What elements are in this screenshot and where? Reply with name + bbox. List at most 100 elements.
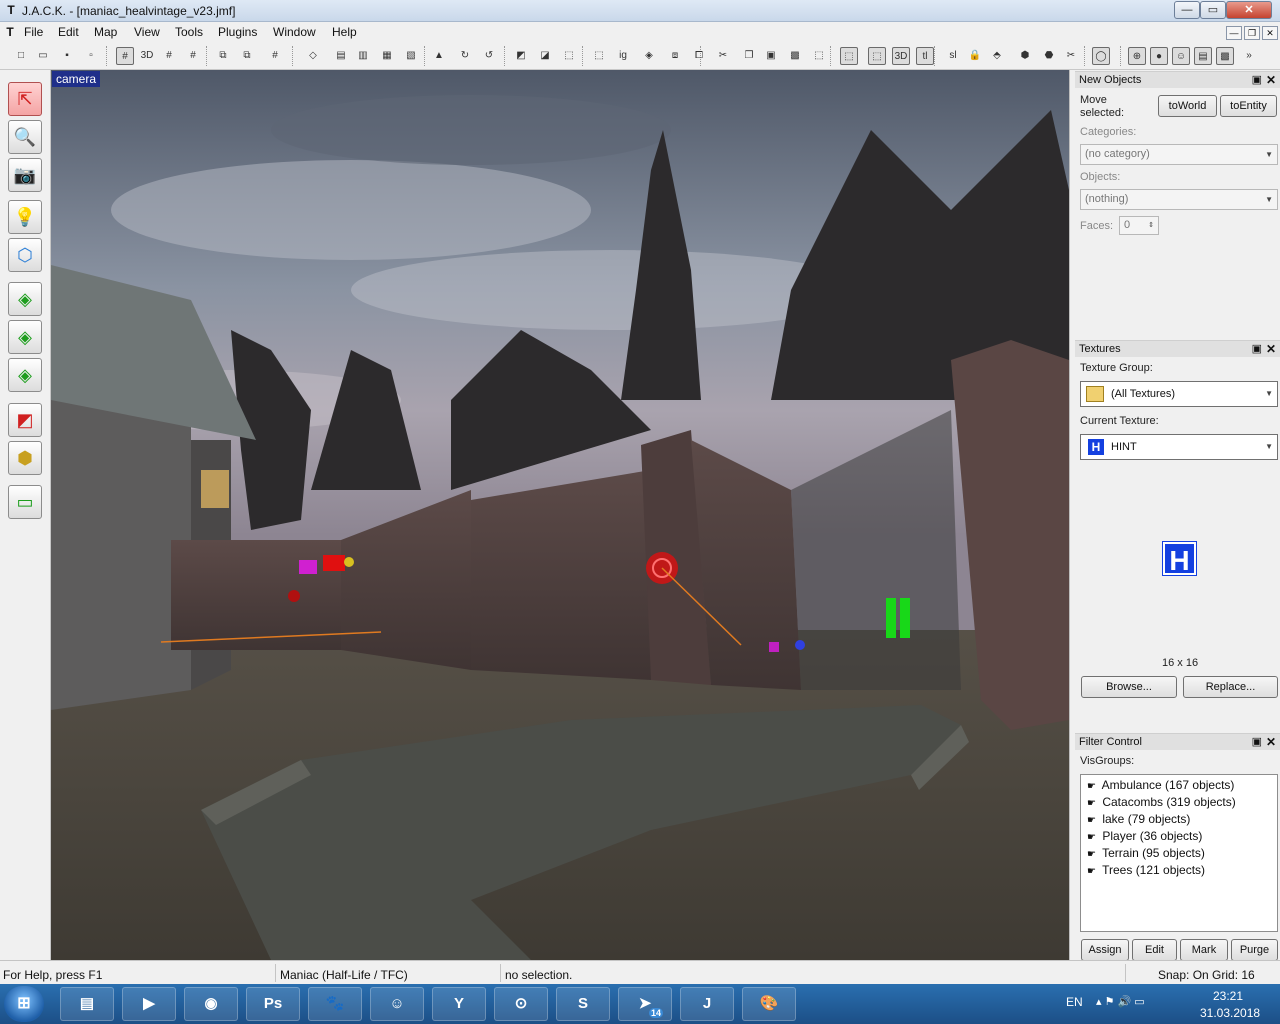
yandex-browser-icon[interactable]: Y [432,987,486,1021]
toggle-grid-icon[interactable]: # [266,47,284,65]
menu-view[interactable]: View [134,25,160,39]
load-window-state-icon[interactable]: ⧉ [214,47,232,65]
decal-tool-icon[interactable]: ◈ [8,358,42,392]
replace-button[interactable]: Replace... [1183,676,1278,698]
block-tool-icon[interactable]: ⬡ [8,238,42,272]
paint-icon[interactable]: 🎨 [742,987,796,1021]
align-4-icon[interactable]: ▧ [402,47,420,65]
chrome-icon[interactable]: ◉ [184,987,238,1021]
new-icon[interactable]: □ [12,47,30,65]
spinner-arrows-icon[interactable]: ⇕ [1148,217,1154,234]
menu-window[interactable]: Window [273,25,316,39]
clone-icon[interactable]: ❐ [740,47,758,65]
view-mode-2-icon[interactable]: ⊕ [1128,47,1146,65]
lock-icon[interactable]: 🔒 [966,47,984,65]
grid-2d-icon[interactable]: # [116,47,134,65]
view-mode-1-icon[interactable]: ◯ [1092,47,1110,65]
objects-select[interactable]: (nothing) ▼ [1080,189,1278,210]
close-icon[interactable]: ✕ [1266,734,1276,750]
align-3-icon[interactable]: ▦ [378,47,396,65]
menu-file[interactable]: File [24,25,43,39]
ig-icon[interactable]: ig [614,47,632,65]
visgroup-item[interactable]: ☛ Terrain (95 objects) [1087,846,1205,860]
start-button[interactable]: ⊞ [4,986,44,1022]
minimize-button[interactable]: — [1174,1,1200,19]
clock-time[interactable]: 23:21 [1213,989,1243,1003]
texture-group-select[interactable]: (All Textures) ▼ [1080,381,1278,407]
group-icon[interactable]: ⬚ [560,47,578,65]
to-world-button[interactable]: toWorld [1158,95,1217,117]
eye-checkbox-icon[interactable]: ☛ [1087,866,1099,877]
grid-larger-icon[interactable]: # [184,47,202,65]
carve-icon[interactable]: ◩ [512,47,530,65]
move-icon[interactable]: ⧈ [666,47,684,65]
pin-icon[interactable]: ▣ [1252,341,1262,357]
entity-tool-icon[interactable]: 💡 [8,200,42,234]
jack-editor-icon[interactable]: J [680,987,734,1021]
document-icon[interactable]: T [3,25,17,39]
view-mode-6-icon[interactable]: ▩ [1216,47,1234,65]
mdi-close-button[interactable]: ✕ [1262,26,1278,40]
maximize-button[interactable]: ▭ [1200,1,1226,19]
tools-icon[interactable]: ✂ [1062,47,1080,65]
gimp-icon[interactable]: 🐾 [308,987,362,1021]
magnify-tool-icon[interactable]: 🔍 [8,120,42,154]
vertex-tool-icon[interactable]: ⬢ [8,441,42,475]
selection-box-icon[interactable]: ⬚ [810,47,828,65]
explorer-icon[interactable]: ▤ [60,987,114,1021]
run-icon[interactable]: ⬢ [1016,47,1034,65]
align-icon[interactable]: ▤ [332,47,350,65]
visgroup-item[interactable]: ☛ Player (36 objects) [1087,829,1202,843]
texture-lock-icon[interactable]: ▩ [786,47,804,65]
browse-button[interactable]: Browse... [1081,676,1177,698]
clip-tool-icon[interactable]: ◩ [8,403,42,437]
visgroup-item[interactable]: ☛ Ambulance (167 objects) [1087,778,1234,792]
selection-tool-icon[interactable]: ⇱ [8,82,42,116]
visgroup-item[interactable]: ☛ lake (79 objects) [1087,812,1190,826]
visgroups-list[interactable]: ☛ Ambulance (167 objects) ☛ Catacombs (3… [1080,774,1278,932]
media-player-icon[interactable]: ▶ [122,987,176,1021]
current-texture-select[interactable]: H HINT ▼ [1080,434,1278,460]
more-icon[interactable]: » [1240,47,1258,65]
flip-icon[interactable]: ▲ [430,47,448,65]
texture-app-icon[interactable]: ◈ [8,282,42,316]
compile-icon[interactable]: ⬣ [1040,47,1058,65]
system-tray-icons[interactable]: ▴ ⚑ 🔊 ▭ [1096,995,1145,1008]
open-icon[interactable]: ▭ [34,47,52,65]
save-as-icon[interactable]: ▫ [82,47,100,65]
view-mode-5-icon[interactable]: ▤ [1194,47,1212,65]
menu-map[interactable]: Map [94,25,117,39]
menu-help[interactable]: Help [332,25,357,39]
visgroup-item[interactable]: ☛ Trees (121 objects) [1087,863,1205,877]
close-icon[interactable]: ✕ [1266,341,1276,357]
language-indicator[interactable]: EN [1066,995,1083,1009]
apply-texture-icon[interactable]: ◈ [8,320,42,354]
menu-tools[interactable]: Tools [175,25,203,39]
view-mode-4-icon[interactable]: ☺ [1172,47,1190,65]
grid-smaller-icon[interactable]: # [160,47,178,65]
faces-spinner[interactable]: 0 ⇕ [1119,216,1159,235]
view-mode-3-icon[interactable]: ● [1150,47,1168,65]
tl-icon[interactable]: tl [916,47,934,65]
steam-icon[interactable]: ⊙ [494,987,548,1021]
menu-edit[interactable]: Edit [58,25,79,39]
save-icon[interactable]: ▪ [58,47,76,65]
telegram-icon[interactable]: ➤ 14 [618,987,672,1021]
mdi-restore-button[interactable]: ❐ [1244,26,1260,40]
sl-icon[interactable]: sl [944,47,962,65]
paste-icon[interactable]: ▣ [762,47,780,65]
copy-icon[interactable]: ⧠ [690,47,708,65]
assign-button[interactable]: Assign [1081,939,1129,961]
pin-icon[interactable]: ▣ [1252,72,1262,88]
align-2-icon[interactable]: ▥ [354,47,372,65]
purge-button[interactable]: Purge [1231,939,1278,961]
categories-select[interactable]: (no category) ▼ [1080,144,1278,165]
menu-plugins[interactable]: Plugins [218,25,257,39]
close-button[interactable]: ✕ [1226,1,1272,19]
to-entity-button[interactable]: toEntity [1220,95,1277,117]
visgroup-item[interactable]: ☛ Catacombs (319 objects) [1087,795,1236,809]
view-wire-icon[interactable]: ⬚ [868,47,886,65]
close-icon[interactable]: ✕ [1266,72,1276,88]
rotate-2-icon[interactable]: ↺ [480,47,498,65]
eye-checkbox-icon[interactable]: ☛ [1087,815,1099,826]
